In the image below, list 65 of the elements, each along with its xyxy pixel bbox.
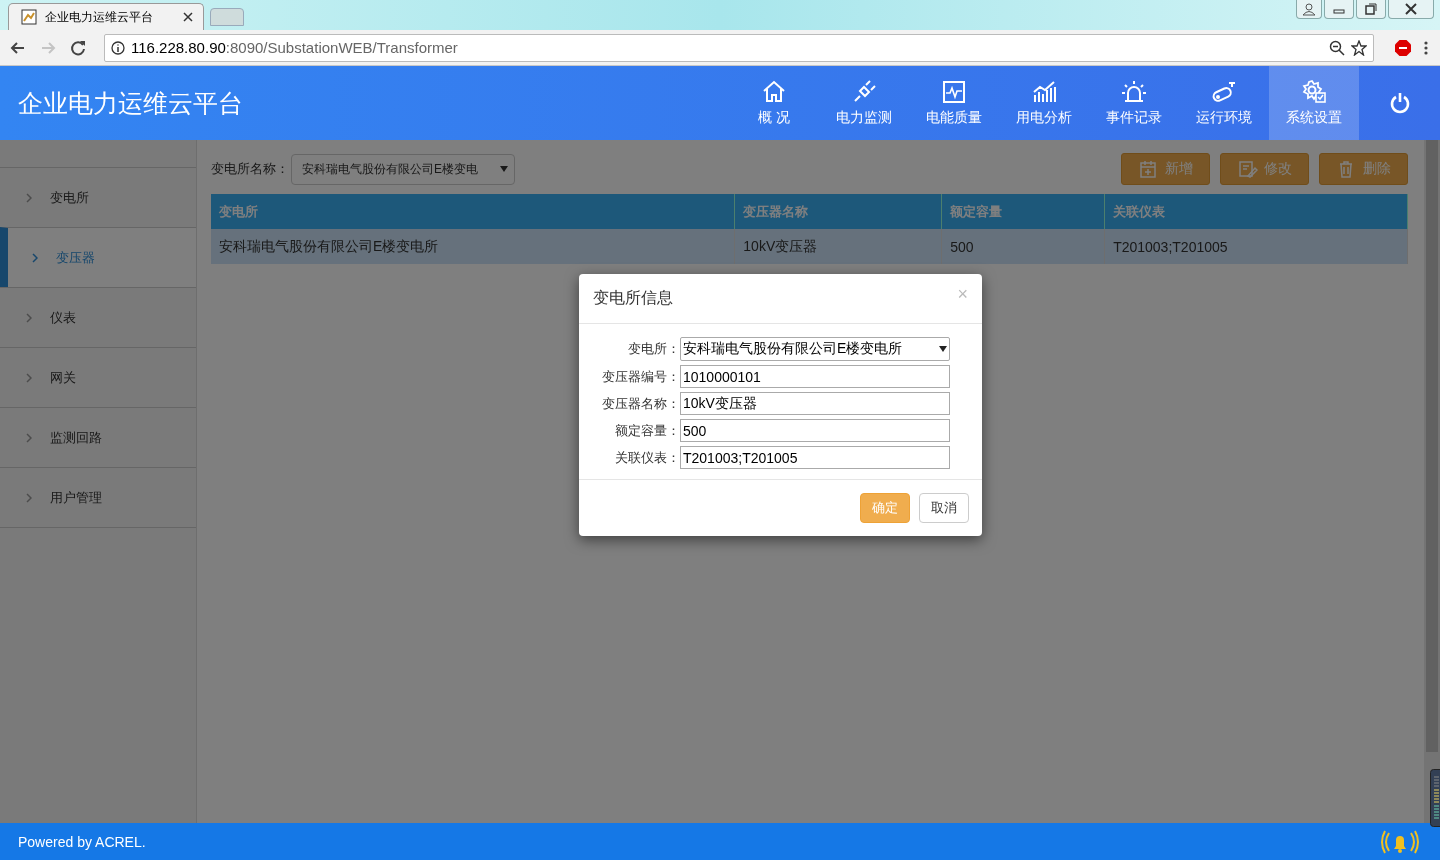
table-cell: 500 xyxy=(941,229,1105,264)
sidebar-item[interactable]: 变压器 xyxy=(0,227,197,287)
field-label: 变压器名称： xyxy=(601,394,680,413)
user-icon[interactable] xyxy=(1296,0,1322,19)
browser-tab[interactable]: 企业电力运维云平台 xyxy=(8,3,204,30)
cancel-button[interactable]: 取消 xyxy=(919,493,969,523)
caret-icon xyxy=(939,346,947,352)
table-cell: 安科瑞电气股份有限公司E楼变电所 xyxy=(211,229,735,264)
nav-tab[interactable]: 电力监测 xyxy=(819,66,909,140)
caret-icon xyxy=(500,166,509,172)
table-cell: T201003;T201005 xyxy=(1104,229,1408,264)
nav-tab[interactable]: 事件记录 xyxy=(1089,66,1179,140)
nav-tab[interactable]: 系统设置 xyxy=(1269,66,1359,140)
restore-icon[interactable] xyxy=(1356,0,1386,19)
filter-label: 变电所名称： xyxy=(211,160,290,178)
nav-tab[interactable]: 电能质量 xyxy=(909,66,999,140)
settings-icon xyxy=(1301,79,1327,105)
input-field[interactable]: 1010000101 xyxy=(680,365,950,388)
nav-tab[interactable]: 概 况 xyxy=(729,66,819,140)
tab-title: 企业电力运维云平台 xyxy=(45,8,154,26)
power-icon[interactable] xyxy=(1388,92,1411,114)
alarm-light-icon xyxy=(1121,79,1147,105)
calendar-add-icon xyxy=(1138,160,1159,178)
input-field[interactable]: 10kV变压器 xyxy=(680,392,950,415)
nav-tab[interactable]: 运行环境 xyxy=(1179,66,1269,140)
bar-chart-icon xyxy=(1031,79,1057,105)
info-icon xyxy=(111,40,125,55)
stop-sign-icon[interactable] xyxy=(1394,38,1412,57)
nav-tab[interactable]: 用电分析 xyxy=(999,66,1089,140)
url-text: 116.228.80.90:8090/SubstationWEB/Transformer xyxy=(131,39,459,56)
close-icon[interactable] xyxy=(183,12,193,22)
sidebar-item[interactable]: 监测回路 xyxy=(0,407,197,467)
scrollbar[interactable] xyxy=(1424,140,1440,823)
footer-text: Powered by ACREL. xyxy=(18,833,147,850)
edit-icon xyxy=(1237,160,1258,178)
alarm-bell-icon[interactable] xyxy=(1380,828,1420,855)
address-field[interactable]: 116.228.80.90:8090/SubstationWEB/Transformer xyxy=(104,33,1374,62)
substation-dropdown[interactable]: 安科瑞电气股份有限公司E楼变电 xyxy=(291,153,516,185)
chevron-icon xyxy=(26,192,32,203)
field-label: 变电所： xyxy=(627,340,680,358)
substation-select[interactable]: 安科瑞电气股份有限公司E楼变电所 xyxy=(680,337,950,361)
minimize-icon[interactable] xyxy=(1324,0,1354,19)
zoom-icon[interactable] xyxy=(1329,39,1345,56)
field-label: 额定容量： xyxy=(614,421,680,440)
app-title: 企业电力运维云平台 xyxy=(18,87,244,119)
input-field[interactable]: T201003;T201005 xyxy=(680,446,950,469)
input-field[interactable]: 500 xyxy=(680,419,950,442)
field-label: 变压器编号： xyxy=(601,367,680,386)
chevron-icon xyxy=(26,372,32,383)
chevron-icon xyxy=(26,312,32,323)
chevron-icon xyxy=(26,492,32,503)
sidebar-item[interactable]: 用户管理 xyxy=(0,467,197,528)
favicon-icon xyxy=(21,9,37,25)
chevron-icon xyxy=(26,432,32,443)
level-meter-icon xyxy=(1430,769,1440,827)
sidebar-item[interactable]: 仪表 xyxy=(0,287,197,347)
home-icon xyxy=(761,79,787,105)
sidebar-item[interactable]: 网关 xyxy=(0,347,197,407)
chevron-icon xyxy=(32,252,38,263)
star-icon[interactable] xyxy=(1351,39,1367,56)
close-icon[interactable] xyxy=(1388,0,1434,19)
field-label: 关联仪表： xyxy=(614,448,680,467)
monitor-icon xyxy=(941,79,967,105)
table-cell: 10kV变压器 xyxy=(734,229,942,264)
dialog-title: 变电所信息 xyxy=(593,288,674,308)
